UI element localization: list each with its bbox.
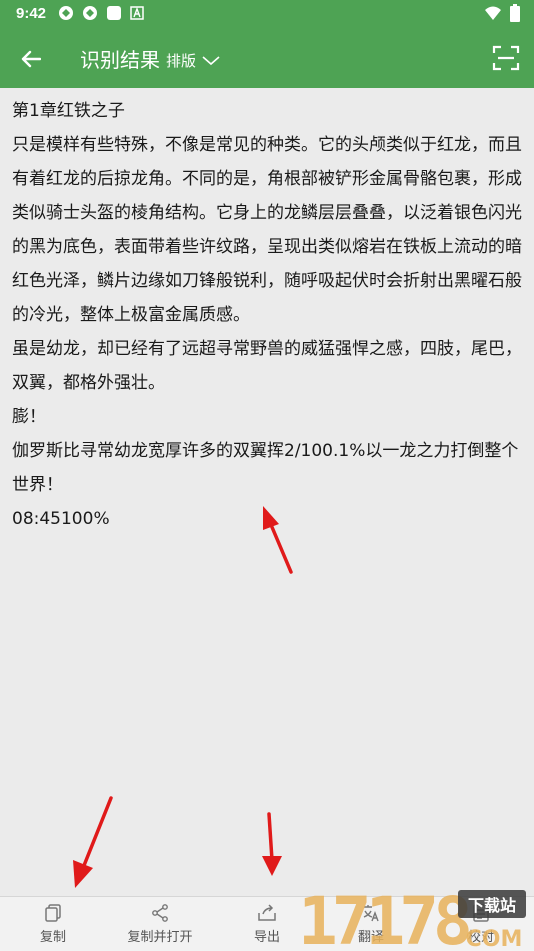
status-notification-icons	[58, 5, 144, 21]
battery-icon	[510, 4, 520, 22]
chapter-title: 第1章红铁之子	[12, 101, 125, 121]
status-bar: 9:42	[0, 0, 534, 28]
copy-label: 复制	[39, 929, 66, 945]
result-paragraph: 只是模样有些特殊，不像是常见的种类。它的头颅类似于红龙，而且有着红龙的后掠龙角。…	[12, 135, 522, 325]
result-paragraph: 08:45100%	[12, 509, 110, 529]
page-title: 识别结果	[80, 48, 160, 72]
app-bar: 识别结果 排版	[0, 28, 534, 88]
a-notification-icon	[130, 6, 144, 20]
scan-icon	[492, 45, 520, 71]
result-paragraph: 膨！	[12, 407, 46, 427]
wifi-icon	[485, 6, 501, 20]
watermark-domain: COM	[466, 927, 523, 950]
copy-and-open-button[interactable]: 复制并打开	[116, 897, 204, 951]
copy-icon	[45, 903, 61, 922]
ocr-result-text[interactable]: 第1章红铁之子 只是模样有些特殊，不像是常见的种类。它的头颅类似于红龙，而且有着…	[12, 94, 522, 536]
status-time: 9:42	[16, 5, 47, 22]
share-icon	[152, 903, 168, 922]
watermark-number: 17178	[298, 883, 469, 950]
export-icon	[258, 903, 276, 921]
back-button[interactable]	[14, 42, 48, 76]
copy-button[interactable]: 复制	[22, 897, 84, 951]
result-paragraph: 伽罗斯比寻常幼龙宽厚许多的双翼挥2/100.1%以一龙之力打倒整个世界！	[12, 441, 519, 495]
chevron-down-icon	[202, 55, 220, 65]
watermark-logo: 17178 下载站 COM	[298, 883, 526, 950]
square-notification-icon	[107, 6, 121, 20]
status-system-icons	[484, 4, 520, 22]
copy-and-open-label: 复制并打开	[127, 929, 193, 945]
watermark-badge: 下载站	[468, 896, 516, 915]
export-button[interactable]: 导出	[236, 897, 298, 951]
layout-label: 排版	[166, 52, 197, 70]
app-notification-icon	[83, 6, 97, 20]
scan-button[interactable]	[492, 44, 520, 72]
annotation-arrow	[262, 812, 282, 876]
annotation-arrow	[73, 796, 113, 888]
result-paragraph: 虽是幼龙，却已经有了远超寻常野兽的威猛强悍之感，四肢，尾巴，双翼，都格外强壮。	[12, 339, 522, 393]
app-notification-icon	[59, 6, 73, 20]
arrow-left-icon	[21, 50, 41, 68]
layout-dropdown[interactable]: 排版	[166, 50, 220, 71]
export-label: 导出	[253, 929, 280, 945]
